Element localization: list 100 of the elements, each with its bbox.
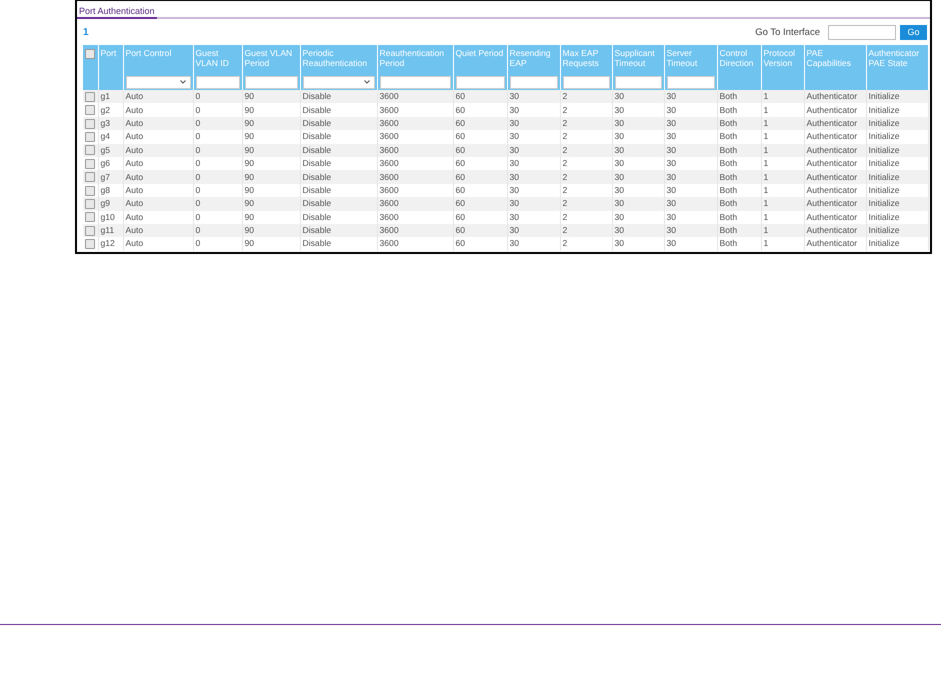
table-cell: 90 [244,131,254,142]
table-cell: 1 [764,238,768,248]
filter-field[interactable] [510,76,558,88]
table-cell: 3600 [380,198,399,208]
table-cell: Both [720,198,738,208]
interface-field[interactable] [828,24,896,40]
table-cell: 30 [666,104,676,115]
table-cell: Authenticator [806,118,858,128]
row-checkbox[interactable] [85,92,95,102]
filter-field[interactable] [380,76,450,88]
table-cell: Disable [302,118,332,128]
row-checkbox[interactable] [85,186,95,196]
table-cell: 3600 [380,212,399,222]
table-cell: 30 [510,238,520,248]
table-cell: 60 [456,144,466,155]
row-checkbox[interactable] [85,199,95,210]
table-cell: 3600 [380,172,399,182]
tab[interactable]: Port Authentication [77,1,157,19]
row-checkbox[interactable] [85,158,95,169]
table-cell: 90 [244,91,254,102]
table-cell: g5 [100,144,110,155]
table-cell: Authenticator [806,172,858,182]
table-cell: Authenticator [806,104,858,115]
table-cell: 30 [614,131,624,142]
table-cell: g8 [100,184,110,195]
table-cell: Auto [126,184,144,195]
table-cell: Initialize [868,184,900,195]
filter-field[interactable] [244,76,298,88]
column-header: Guest VLAN Period [244,48,292,68]
table-cell: Authenticator [806,212,858,222]
table-cell: 60 [456,225,466,236]
filter-dropdown[interactable] [302,76,374,88]
table-cell: 90 [244,172,254,182]
chevron-down-icon [364,80,370,84]
table-cell: g7 [100,172,110,182]
filter-field[interactable] [196,76,240,88]
filter-field[interactable] [614,76,662,88]
column-header: Port Control [126,48,172,58]
table-cell: 1 [764,144,768,155]
column-header: Guest VLAN ID [196,48,229,68]
column-header: Control Direction [720,48,754,68]
table-cell: Both [720,118,738,128]
table-cell: Auto [126,104,144,115]
table-cell: Initialize [868,238,900,248]
column-header: Port [100,48,116,58]
table-cell: g11 [100,225,114,236]
column-header: Protocol Version [764,48,796,68]
table-cell: Initialize [868,118,900,128]
filter-field[interactable] [562,76,610,88]
table-cell: Initialize [868,131,900,142]
table-cell: Disable [302,172,332,182]
table-cell: Auto [126,118,144,128]
table-cell: Both [720,212,738,222]
page-link[interactable]: 1 [83,26,89,38]
table-cell: 2 [562,131,568,142]
table-cell: g6 [100,158,110,168]
row-checkbox[interactable] [85,226,95,236]
column-header: Resending EAP [510,48,551,68]
table-cell: 0 [196,172,200,182]
table-cell: Authenticator [806,238,858,248]
table-cell: 30 [614,225,624,236]
table-cell: 90 [244,158,254,168]
table-cell: 0 [196,198,200,208]
table-cell: g3 [100,118,110,128]
table-cell: Auto [126,144,144,155]
table-cell: 60 [456,118,466,128]
select-all-checkbox[interactable] [85,48,95,59]
filter-dropdown[interactable] [126,76,190,88]
table-cell: 60 [456,172,466,182]
table-cell: Both [720,144,738,155]
table-cell: Disable [302,104,332,115]
table-cell: Both [720,172,738,182]
table-cell: 3600 [380,184,399,195]
table-cell: 30 [510,144,520,155]
table-cell: 0 [196,131,200,142]
table-cell: 90 [244,144,254,155]
row-checkbox[interactable] [85,172,95,182]
go-button[interactable]: Go [900,24,927,40]
row-checkbox[interactable] [85,212,95,222]
table-cell: 30 [510,131,520,142]
table-cell: 1 [764,158,768,168]
table-cell: 30 [666,225,676,236]
table-cell: 30 [510,225,520,236]
row-checkbox[interactable] [85,239,95,250]
row-checkbox[interactable] [85,145,95,156]
row-checkbox[interactable] [85,105,95,116]
table-cell: 30 [614,104,624,115]
filter-field[interactable] [666,76,714,88]
filter-field[interactable] [456,76,504,88]
table-cell: Disable [302,91,332,102]
table-cell: Disable [302,238,332,248]
table-cell: 2 [562,225,568,236]
table-cell: Auto [126,238,144,248]
row-checkbox[interactable] [85,118,95,129]
row-checkbox[interactable] [85,132,95,142]
table-cell: Auto [126,198,144,208]
column-header: Server Timeout [666,48,698,68]
table-cell: 30 [614,91,624,102]
table-cell: 60 [456,184,466,195]
table-cell: 30 [614,212,624,222]
